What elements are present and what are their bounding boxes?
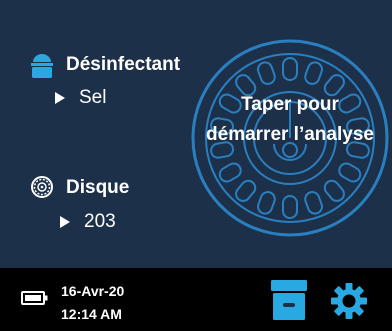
disc-value[interactable]: 203 xyxy=(84,211,116,233)
disinfectant-label: Désinfectant xyxy=(66,54,181,75)
disc-label: Disque xyxy=(66,177,130,198)
start-analysis-line-1: Taper pour xyxy=(241,94,339,115)
status-date: 16-Avr-20 xyxy=(61,283,125,299)
disc-arrow-icon xyxy=(60,216,70,228)
disinfectant-arrow-icon xyxy=(55,92,65,104)
app-screen: Désinfectant Sel Disque 203 Taper pour d… xyxy=(0,0,392,331)
start-analysis-line-2: démarrer l’analyse xyxy=(206,124,374,145)
start-analysis-button[interactable]: Taper pour démarrer l’analyse xyxy=(190,38,390,238)
battery-full-icon xyxy=(21,291,48,305)
disinfectant-value[interactable]: Sel xyxy=(79,87,106,109)
disc-icon xyxy=(31,176,53,198)
disinfectant-icon xyxy=(31,54,53,78)
gear-icon[interactable] xyxy=(330,282,368,320)
archive-icon[interactable] xyxy=(271,280,307,320)
main-panel: Désinfectant Sel Disque 203 Taper pour d… xyxy=(0,0,392,268)
start-analysis-text: Taper pour démarrer l’analyse xyxy=(190,90,390,150)
status-time: 12:14 AM xyxy=(61,306,122,322)
